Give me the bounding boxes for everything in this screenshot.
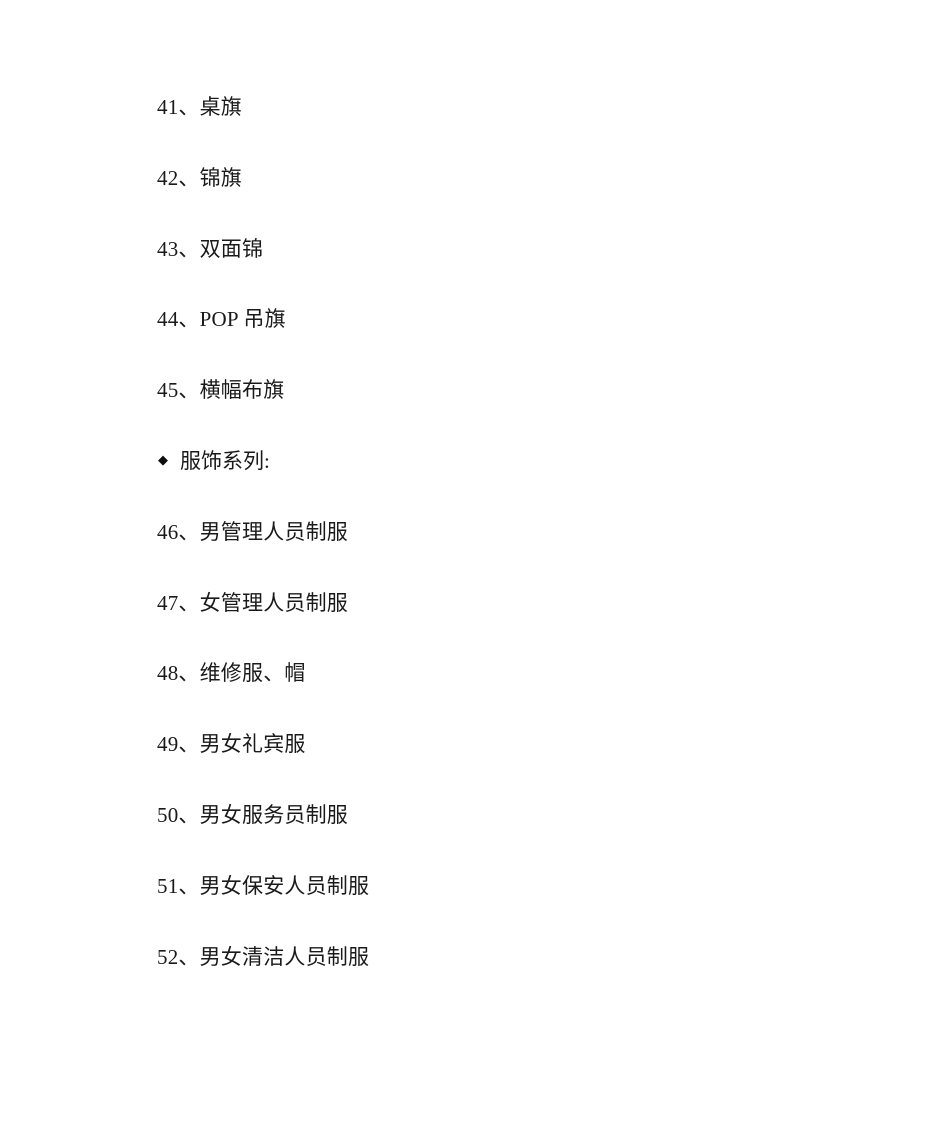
list-item: 47、 女管理人员制服 (157, 588, 857, 659)
list-item-number: 52、 (157, 944, 200, 969)
list-item-number: 42、 (157, 165, 200, 190)
list-item-text: 男女礼宾服 (199, 732, 306, 757)
list-item-number: 45、 (157, 378, 200, 403)
list-item: 51、 男女保安人员制服 (157, 871, 857, 942)
list-item-number: 44、 (157, 307, 200, 332)
list-item-number: 46、 (157, 519, 200, 544)
list-item: 52、 男女清洁人员制服 (157, 942, 857, 1013)
list-item: 46、 男管理人员制服 (157, 517, 857, 588)
list-item-text: 女管理人员制服 (199, 590, 349, 615)
list-item: 44、 POP 吊旗 (157, 304, 857, 375)
list-item-number: 41、 (157, 95, 200, 119)
list-item-text: 维修服、帽 (199, 661, 306, 686)
list-item: 49、 男女礼宾服 (157, 729, 857, 800)
document-body: 41、 桌旗 42、 锦旗 43、 双面锦 44、 POP 吊旗 45、 横幅布旗 ◆ 服饰… (157, 92, 857, 1012)
list-item-number: 48、 (157, 661, 200, 686)
list-item-number: 47、 (157, 590, 200, 615)
section-heading-label: 服饰系列: (180, 448, 270, 473)
list-item: 50、 男女服务员制服 (157, 800, 857, 871)
list-item-text: 锦旗 (199, 165, 243, 190)
list-item-text: 男女保安人员制服 (199, 873, 370, 898)
list-item-text: 男女服务员制服 (199, 802, 349, 827)
list-item-number: 51、 (157, 873, 200, 898)
list-item-text: 男管理人员制服 (199, 519, 349, 544)
list-item-text: 双面锦 (199, 236, 264, 261)
list-item-text: 横幅布旗 (199, 378, 285, 403)
list-item-text: POP 吊旗 (199, 307, 286, 332)
list-item: 41、 桌旗 (157, 92, 857, 163)
list-item-number: 49、 (157, 732, 200, 757)
list-item-number: 50、 (157, 802, 200, 827)
list-item: 42、 锦旗 (157, 163, 857, 234)
list-item-number: 43、 (157, 236, 200, 261)
document-page: 41、 桌旗 42、 锦旗 43、 双面锦 44、 POP 吊旗 45、 横幅布旗 ◆ 服饰… (0, 0, 945, 1123)
list-item: 48、 维修服、帽 (157, 658, 857, 729)
list-item: 43、 双面锦 (157, 234, 857, 305)
diamond-bullet-icon: ◆ (158, 452, 168, 468)
list-item: 45、 横幅布旗 (157, 375, 857, 446)
section-heading: ◆ 服饰系列: (157, 446, 857, 517)
list-item-text: 男女清洁人员制服 (199, 944, 370, 969)
list-item-text: 桌旗 (199, 95, 243, 119)
